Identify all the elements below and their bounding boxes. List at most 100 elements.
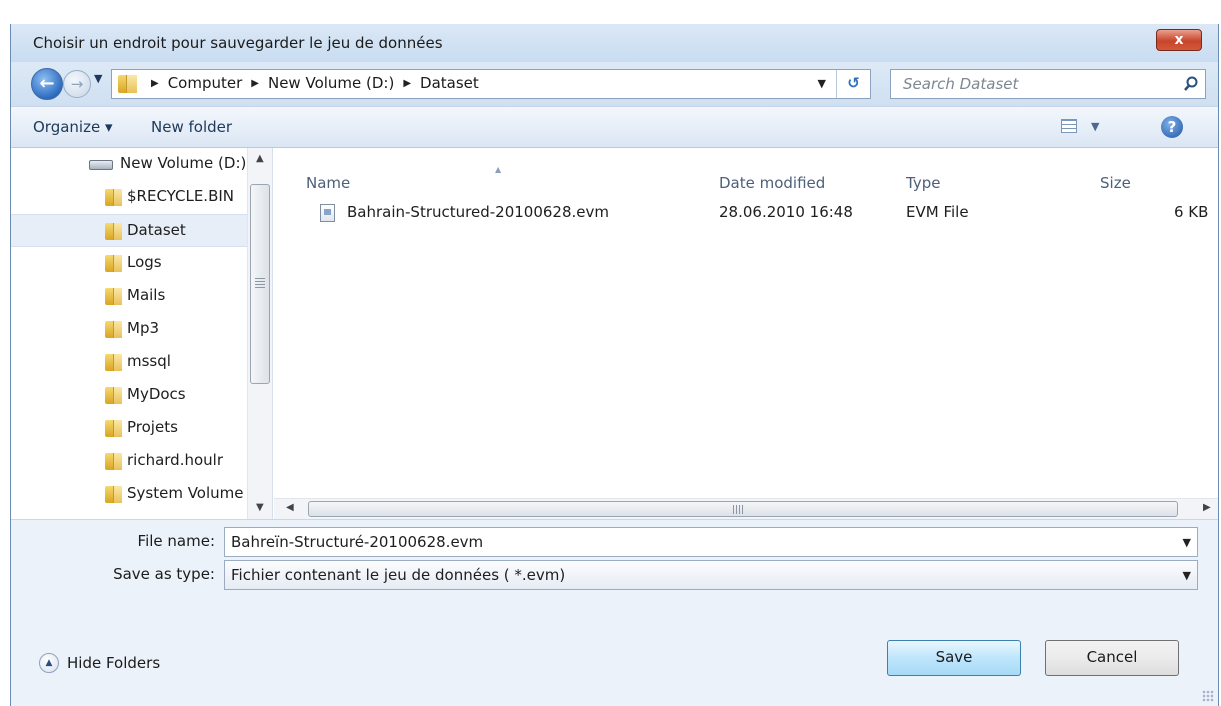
browser-area: New Volume (D:) $RECYCLE.BIN Dataset Log… [11,148,1218,519]
folder-icon [105,354,122,371]
tree-item-projets[interactable]: Projets [11,412,247,445]
views-dropdown-icon: ▼ [1091,119,1100,133]
tree-scroll-thumb[interactable] [250,184,270,384]
tree-item-mp3[interactable]: Mp3 [11,313,247,346]
file-name: Bahrain-Structured-20100628.evm [347,203,609,221]
search-placeholder: Search Dataset [903,75,1019,93]
tree-item-label: $RECYCLE.BIN [127,187,235,205]
views-icon [1061,119,1077,133]
sort-ascending-icon: ▲ [495,165,502,174]
save-form: File name: Bahreïn-Structuré-20100628.ev… [11,519,1218,706]
scroll-down-icon[interactable]: ▼ [256,502,264,513]
scroll-left-icon[interactable]: ◀ [286,502,294,513]
resize-grip-icon[interactable] [1202,690,1214,702]
scroll-right-icon[interactable]: ▶ [1203,502,1211,513]
organize-button[interactable]: Organize ▾ [33,118,113,136]
breadcrumb-dataset[interactable]: Dataset [420,74,479,92]
new-folder-button[interactable]: New folder [151,118,232,136]
tree-item-label: Dataset [127,221,186,239]
folder-icon [105,189,122,206]
horizontal-scrollbar[interactable]: ◀ ▶ [274,498,1218,519]
navigation-bar: ← → ▼ ▶ Computer ▶ New Volume (D:) ▶ Dat… [11,62,1218,106]
navigation-pane: New Volume (D:) $RECYCLE.BIN Dataset Log… [11,148,273,519]
breadcrumb-new-volume[interactable]: New Volume (D:) [268,74,394,92]
scroll-up-icon[interactable]: ▲ [256,153,264,164]
tree-item-dataset[interactable]: Dataset [11,214,247,247]
savetype-value: Fichier contenant le jeu de données ( *.… [231,566,566,584]
tree-item-label: MyDocs [127,385,186,403]
history-dropdown-icon[interactable]: ▼ [94,72,102,85]
tree-item-richard[interactable]: richard.houlr [11,445,247,478]
folder-icon [105,321,122,338]
column-header-type[interactable]: Type [906,174,940,192]
hide-folders-icon: ▲ [39,653,59,673]
search-icon[interactable] [1183,76,1199,92]
drive-icon [89,160,113,170]
address-dropdown-icon[interactable]: ▼ [818,77,826,90]
filename-value: Bahreïn-Structuré-20100628.evm [231,533,484,551]
folder-icon [105,453,122,470]
folder-icon [105,387,122,404]
command-toolbar: Organize ▾ New folder ▼ ? [11,106,1218,148]
savetype-select[interactable]: Fichier contenant le jeu de données ( *.… [224,560,1198,590]
save-dialog: Choisir un endroit pour sauvegarder le j… [10,24,1219,706]
savetype-dropdown-icon[interactable]: ▼ [1183,569,1191,582]
address-bar[interactable]: ▶ Computer ▶ New Volume (D:) ▶ Dataset ▼… [111,69,871,99]
file-date: 28.06.2010 16:48 [719,203,853,221]
search-input[interactable]: Search Dataset [890,69,1206,99]
breadcrumb-separator-icon[interactable]: ▶ [151,78,159,89]
column-header-name[interactable]: Name [306,174,350,192]
window-title: Choisir un endroit pour sauvegarder le j… [33,34,443,52]
folder-icon [105,420,122,437]
tree-item-label: Mails [127,286,166,304]
tree-item-label: Mp3 [127,319,160,337]
folder-icon [105,486,122,503]
tree-item-label: richard.houlr [127,451,223,469]
breadcrumb-separator-icon[interactable]: ▶ [251,78,259,89]
filename-dropdown-icon[interactable]: ▼ [1183,536,1191,549]
file-list: ▲ Name Date modified Type Size Bahrain-S… [274,148,1218,519]
refresh-icon[interactable]: ↺ [836,70,870,98]
tree-item-mssql[interactable]: mssql [11,346,247,379]
folder-icon [118,75,137,93]
column-header-date[interactable]: Date modified [719,174,825,192]
breadcrumb-computer[interactable]: Computer [168,74,243,92]
folder-icon [105,255,122,272]
tree-item-system-volume[interactable]: System Volume Information [11,478,272,511]
tree-item-mails[interactable]: Mails [11,280,247,313]
hide-folders-label: Hide Folders [67,654,161,672]
tree-item-logs[interactable]: Logs [11,247,247,280]
grip-icon [255,278,265,288]
tree-item-new-volume[interactable]: New Volume (D:) [11,148,247,181]
forward-arrow-icon[interactable]: → [63,70,91,98]
folder-icon [105,223,122,240]
tree-item-label: Projets [127,418,178,436]
back-arrow-icon[interactable]: ← [31,68,63,100]
file-icon [320,204,335,222]
tree-item-mydocs[interactable]: MyDocs [11,379,247,412]
title-bar: Choisir un endroit pour sauvegarder le j… [11,24,1218,62]
filename-field[interactable]: Bahreïn-Structuré-20100628.evm ▼ [224,527,1198,557]
tree-scrollbar[interactable]: ▲ ▼ [247,148,272,519]
file-type: EVM File [906,203,969,221]
file-size: 6 KB [1174,203,1209,221]
help-icon[interactable]: ? [1161,116,1183,138]
horizontal-scroll-thumb[interactable] [308,501,1178,517]
column-header-size[interactable]: Size [1100,174,1131,192]
savetype-label: Save as type: [113,565,215,583]
cancel-button[interactable]: Cancel [1045,640,1179,676]
tree-item-recycle-bin[interactable]: $RECYCLE.BIN [11,181,247,214]
breadcrumb: ▶ Computer ▶ New Volume (D:) ▶ Dataset [142,74,479,92]
filename-label: File name: [137,532,215,550]
table-row[interactable]: Bahrain-Structured-20100628.evm 28.06.20… [306,196,1218,228]
change-view-button[interactable]: ▼ [1061,119,1099,133]
breadcrumb-separator-icon[interactable]: ▶ [403,78,411,89]
close-button[interactable]: x [1156,29,1202,51]
tree-item-label: Logs [127,253,162,271]
background-strip [0,0,1221,24]
tree-item-label: mssql [127,352,171,370]
grip-icon [733,505,743,514]
save-button[interactable]: Save [887,640,1021,676]
tree-item-label: New Volume (D:) [120,154,247,172]
hide-folders-button[interactable]: ▲ Hide Folders [39,653,160,673]
